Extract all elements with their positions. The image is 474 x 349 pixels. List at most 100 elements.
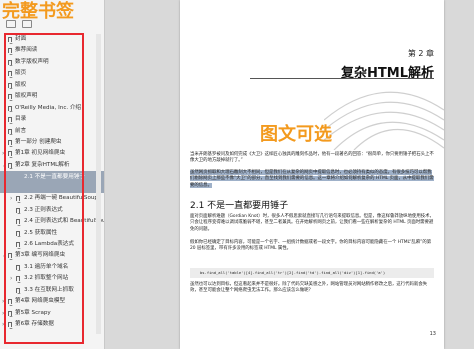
bookmark-label: 2.6 Lambda表达式 — [24, 241, 74, 247]
page-number: 13 — [429, 331, 436, 337]
bookmark-label: 第1章 初见网络爬虫 — [15, 150, 66, 157]
bookmark-label: 3.2 抓取整个网站 — [24, 275, 69, 282]
bookmark-label: 版权 — [15, 81, 27, 88]
paragraph-section: 面对页面解析难题（Gordian Knot）时，很多人不假思索就直接写几行语句来… — [190, 214, 434, 232]
bookmark-item[interactable]: 推荐阅读 — [0, 45, 104, 56]
bookmark-icon — [8, 59, 13, 67]
code-sample: bs.find_all('table')[4].find_all('tr')[2… — [190, 268, 434, 278]
sidebar-toolbar — [6, 20, 32, 28]
bookmark-icon — [16, 287, 21, 295]
bookmark-icon — [8, 151, 13, 158]
chevron-right-icon[interactable]: › — [10, 193, 15, 204]
bookmark-label: 第5章 Scrapy — [15, 309, 51, 316]
bookmark-label: 目录 — [15, 116, 27, 123]
paragraph-intro: 当米开朗基罗被问及如何完成《大卫》这样匠心独具的雕刻作品时，他有一段著名的回答：… — [190, 152, 434, 164]
bookmark-item[interactable]: 版权 — [0, 80, 104, 91]
bookmark-label: 封面 — [15, 36, 27, 42]
bookmark-label: 第一部分 创建爬虫 — [15, 138, 62, 145]
chevron-right-icon[interactable]: › — [2, 296, 7, 307]
chevron-right-icon[interactable]: › — [10, 273, 15, 284]
bookmark-label: 推荐阅读 — [15, 47, 38, 54]
bookmark-icon — [8, 105, 13, 113]
bookmark-item[interactable]: › 第6章 存储数据 — [0, 319, 104, 330]
bookmark-icon — [8, 310, 13, 318]
bookmark-sidebar: 完整书签 封面 推荐阅读 数字版权声明 版页 版权 版权声明 O'Reilly Media,… — [0, 0, 105, 349]
bookmark-item[interactable]: 2.3 正则表达式 — [0, 205, 104, 216]
bookmark-item[interactable]: 封面 — [0, 34, 104, 45]
bookmark-item[interactable]: 2.6 Lambda表达式 — [0, 239, 104, 250]
bookmark-icon — [8, 322, 13, 329]
section-title: 2.1 不是一直都要用锤子 — [190, 201, 289, 211]
bookmark-item[interactable]: 版页 — [0, 68, 104, 79]
bookmark-item[interactable]: 3.1 遍历单个域名 — [0, 262, 104, 273]
chevron-right-icon[interactable]: › — [2, 148, 7, 159]
bookmark-outline: 封面推荐阅读数字版权声明 版页版权版权声明 O'Reilly Media, Inc.… — [0, 34, 104, 331]
bookmark-item[interactable]: › 3.2 抓取整个网站 — [0, 273, 104, 284]
paragraph-target: 假如你已经确定了目标内容，可能是一个名字、一组统计数据或者一段文字。你的目标内容… — [190, 240, 432, 252]
bookmark-icon — [8, 94, 13, 101]
bookmark-item[interactable]: 2.5 获取属性 — [0, 228, 104, 239]
decorative-ornament — [324, 91, 444, 150]
paragraph-highlighted: 虽然网页抓取和大理石雕刻大不相同，但是我们在从复杂的网页中提取信息时，也必须持有… — [190, 170, 434, 189]
bookmark-label: 2.4 正则表达式和 BeautifulSoup — [24, 218, 105, 225]
bookmark-label: 2.1 不是一直都要用锤子 — [24, 174, 86, 181]
bookmark-item[interactable]: 第一部分 创建爬虫 — [0, 137, 104, 148]
bookmark-icon — [16, 230, 21, 238]
sidebar-scrollbar[interactable] — [96, 34, 101, 334]
bookmark-icon — [8, 117, 13, 124]
bookmark-icon — [8, 48, 13, 56]
bookmark-icon — [16, 196, 21, 203]
bookmark-label: 3.1 遍历单个域名 — [24, 263, 69, 270]
paragraph-conclusion: 虽然也可以达到目标，但这看起来并不是很好。除了代码欠缺美感之外，网站管理员对网站… — [190, 282, 428, 294]
bookmark-icon — [8, 71, 13, 78]
bookmark-label: 第2章 复杂HTML解析 — [15, 161, 70, 168]
bookmark-item[interactable]: › 第1章 初见网络爬虫 — [0, 148, 104, 159]
bookmark-icon — [16, 207, 21, 215]
bookmark-label: 2.5 获取属性 — [24, 229, 58, 236]
bookmark-label: 2.3 正则表达式 — [24, 206, 63, 213]
chapter-label: 第 2 章 — [407, 49, 434, 58]
bookmark-icon — [8, 139, 13, 147]
bookmark-label: 2.2 再端一碗 BeautifulSoup — [24, 195, 98, 202]
pdf-page: 第 2 章 复杂HTML解析 图文可选 当米开朗基罗被问及如何完成《大卫》这样匠… — [180, 0, 444, 349]
bookmark-view-icon[interactable] — [22, 20, 32, 28]
bookmark-item[interactable]: 前言 — [0, 126, 104, 137]
bookmark-label: 前言 — [15, 127, 27, 134]
bookmark-label: 3.3 在互联网上抓取 — [24, 286, 74, 293]
bookmark-item[interactable]: 版权声明 — [0, 91, 104, 102]
chapter-rule — [250, 78, 434, 79]
thumbnail-view-icon[interactable] — [6, 20, 16, 28]
bookmark-item[interactable]: 2.1 不是一直都要用锤子 — [0, 171, 104, 194]
bookmark-icon — [8, 128, 13, 136]
bookmark-label: O'Reilly Media, Inc. 介绍 — [15, 104, 82, 111]
bookmark-icon — [8, 162, 13, 170]
bookmark-icon — [16, 276, 21, 283]
chevron-down-icon[interactable]: ⌄ — [2, 250, 7, 261]
bookmark-icon — [8, 253, 13, 261]
bookmark-label: 版页 — [15, 70, 27, 77]
bookmark-item[interactable]: › 第5章 Scrapy — [0, 308, 104, 319]
bookmark-icon — [8, 82, 13, 90]
bookmark-icon — [8, 37, 13, 44]
chevron-right-icon[interactable]: › — [2, 319, 7, 330]
bookmark-item[interactable]: ⌄ 第2章 复杂HTML解析 — [0, 160, 104, 171]
bookmark-item[interactable]: › 2.2 再端一碗 BeautifulSoup — [0, 193, 104, 204]
bookmark-item[interactable]: 3.3 在互联网上抓取 — [0, 285, 104, 296]
bookmark-label: 数字版权声明 — [15, 58, 49, 65]
bookmark-item[interactable]: 目录 — [0, 114, 104, 125]
bookmark-label: 版权声明 — [15, 93, 38, 100]
bookmark-item[interactable]: ⌄ 第3章 编写网络爬虫 — [0, 250, 104, 261]
bookmark-icon — [16, 219, 21, 226]
bookmark-icon — [16, 242, 21, 249]
bookmark-item[interactable]: 数字版权声明 — [0, 57, 104, 68]
bookmark-label: 第6章 存储数据 — [15, 321, 54, 328]
bookmark-label: 第4章 网络爬虫模型 — [15, 298, 66, 305]
bookmark-icon — [8, 299, 13, 306]
bookmark-item[interactable]: › 第4章 网络爬虫模型 — [0, 296, 104, 307]
chevron-down-icon[interactable]: ⌄ — [2, 160, 7, 171]
bookmark-item[interactable]: O'Reilly Media, Inc. 介绍 — [0, 103, 104, 114]
overlay-caption: 图文可选 — [260, 124, 332, 145]
selected-text[interactable]: 虽然网页抓取和大理石雕刻大不相同，但是我们在从复杂的网页中提取信息时，也必须持有… — [190, 170, 434, 188]
chevron-right-icon[interactable]: › — [2, 308, 7, 319]
bookmark-item[interactable]: 2.4 正则表达式和 BeautifulSoup — [0, 216, 104, 227]
